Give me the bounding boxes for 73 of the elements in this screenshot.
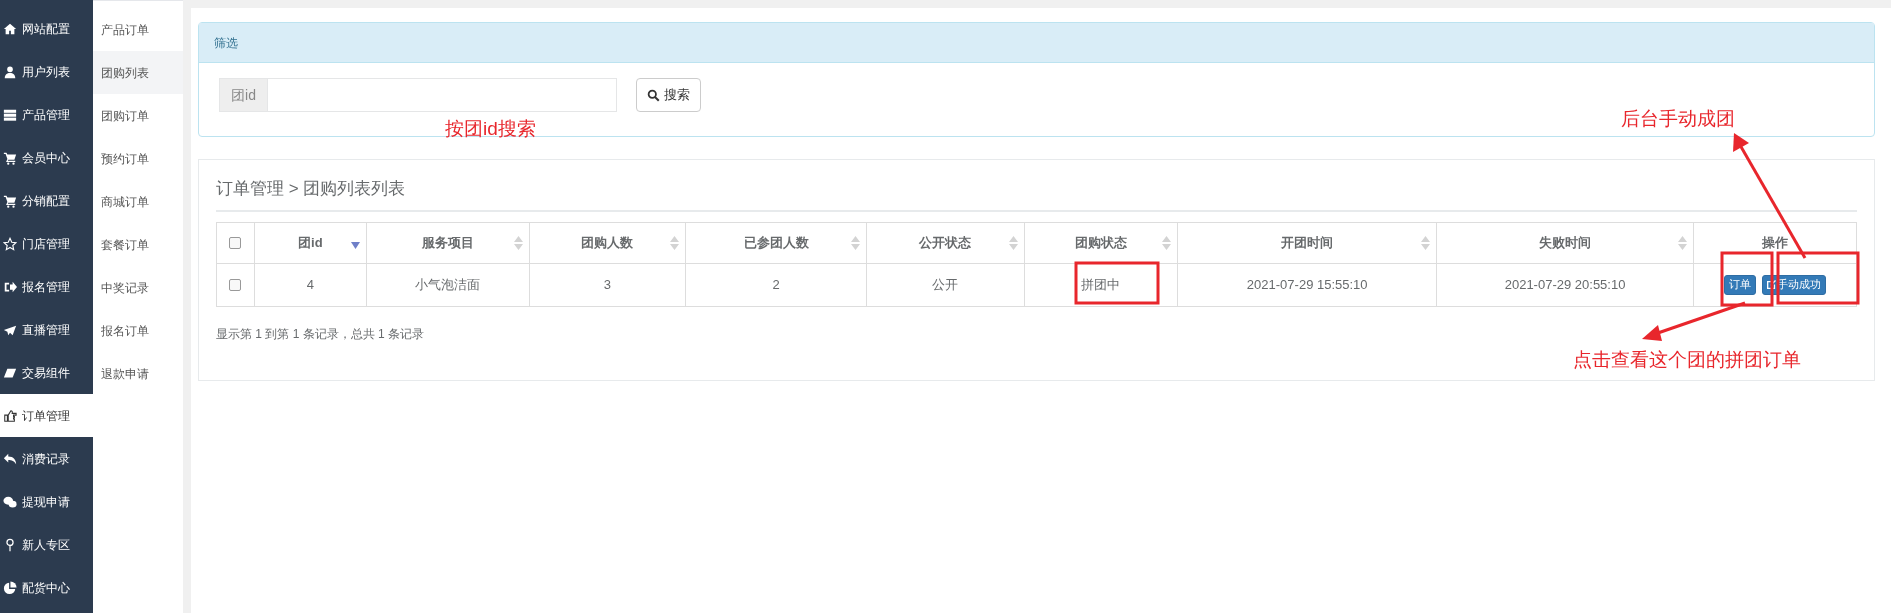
sort-icon[interactable] <box>1162 235 1172 250</box>
sort-icon[interactable] <box>513 235 523 250</box>
select-all-checkbox[interactable] <box>229 237 242 250</box>
submenu-item[interactable]: 团购列表 <box>93 51 183 94</box>
table-cell: 2021-07-29 15:55:10 <box>1246 276 1368 292</box>
home-icon <box>3 21 17 36</box>
column-header[interactable]: 开团时间 <box>1281 232 1334 253</box>
sidebar-item[interactable]: 门店管理 <box>0 222 93 265</box>
sidebar-item[interactable]: 用户列表 <box>0 50 93 93</box>
panel-title: 筛选 <box>214 34 238 52</box>
field-label: 团id <box>220 79 268 111</box>
row-checkbox[interactable] <box>229 279 242 292</box>
search-button[interactable]: 搜索 <box>636 78 701 112</box>
submenu-item[interactable]: 商城订单 <box>93 180 183 223</box>
sort-descending-icon[interactable] <box>350 242 360 249</box>
sidebar-item[interactable]: 报名管理 <box>0 265 93 308</box>
sidebar-item[interactable]: 配货中心 <box>0 566 93 609</box>
table-cell: 3 <box>603 276 612 292</box>
sidebar-item[interactable]: 消费记录 <box>0 437 93 480</box>
pie-chart-icon <box>3 580 17 595</box>
table-cell: 小气泡洁面 <box>415 276 481 292</box>
column-header[interactable]: 团购状态 <box>1074 232 1127 253</box>
cart-icon <box>3 150 17 165</box>
table-cell: 2 <box>772 276 780 292</box>
highlight-box <box>1720 251 1774 307</box>
thumb-icon <box>3 408 17 423</box>
user-icon <box>3 64 17 79</box>
sort-icon[interactable] <box>670 235 680 250</box>
sidebar-item[interactable]: 新人专区 <box>0 523 93 566</box>
sidebar-item[interactable]: 提现申请 <box>0 480 93 523</box>
table-cell: 公开 <box>932 276 959 292</box>
column-header[interactable]: 团购人数 <box>581 232 634 253</box>
column-header[interactable]: 失败时间 <box>1539 232 1592 253</box>
submenu-item[interactable]: 预约订单 <box>93 137 183 180</box>
submenu-item[interactable]: 团购订单 <box>93 94 183 137</box>
sort-icon[interactable] <box>1421 235 1431 250</box>
sidebar-item[interactable]: 分销配置 <box>0 179 93 222</box>
submenu-item[interactable]: 产品订单 <box>93 8 183 51</box>
manual-success-button[interactable]: 手动成功 <box>1762 274 1826 295</box>
sidebar-item[interactable]: 网站配置 <box>0 7 93 50</box>
edit-icon <box>1767 280 1776 289</box>
annotation-text: 点击查看这个团的拼团订单 <box>1573 348 1801 372</box>
cart-icon <box>3 193 17 208</box>
pin-icon <box>3 537 17 552</box>
sidebar-item[interactable]: 直播管理 <box>0 308 93 351</box>
submenu-item[interactable]: 退款申请 <box>93 352 183 395</box>
sidebar-item[interactable]: 交易组件 <box>0 351 93 394</box>
table-cell: 拼团中 <box>1081 276 1121 292</box>
sidebar-item[interactable]: 订单管理 <box>0 394 93 437</box>
table-cell: 2021-07-29 20:55:10 <box>1504 276 1626 292</box>
server-icon <box>3 107 17 122</box>
sort-icon[interactable] <box>1678 235 1687 250</box>
submenu-item[interactable]: 套餐订单 <box>93 223 183 266</box>
annotation-text: 按团id搜索 <box>445 117 536 141</box>
pagination-info: 显示第 1 到第 1 条记录，总共 1 条记录 <box>216 326 425 341</box>
column-header[interactable]: 已参团人数 <box>743 232 809 253</box>
sort-icon[interactable] <box>1008 235 1018 250</box>
order-button[interactable]: 订单 <box>1724 274 1756 295</box>
table-cell: 4 <box>306 276 314 292</box>
star-icon <box>3 236 17 251</box>
column-header[interactable]: 操作 <box>1762 232 1788 253</box>
column-header[interactable]: 团id <box>298 232 323 253</box>
sort-icon[interactable] <box>850 235 860 250</box>
sidebar-item[interactable]: 会员中心 <box>0 136 93 179</box>
submenu-item[interactable]: 中奖记录 <box>93 266 183 309</box>
search-icon <box>647 88 660 102</box>
annotation-text: 后台手动成团 <box>1621 107 1735 131</box>
breadcrumb: 订单管理 > 团购列表列表 <box>216 179 406 198</box>
sidebar-item[interactable]: 产品管理 <box>0 93 93 136</box>
column-header[interactable]: 服务项目 <box>421 232 474 253</box>
chat-bubbles-icon <box>3 494 17 509</box>
column-header[interactable]: 公开状态 <box>919 232 972 253</box>
submenu-item[interactable]: 报名订单 <box>93 309 183 352</box>
